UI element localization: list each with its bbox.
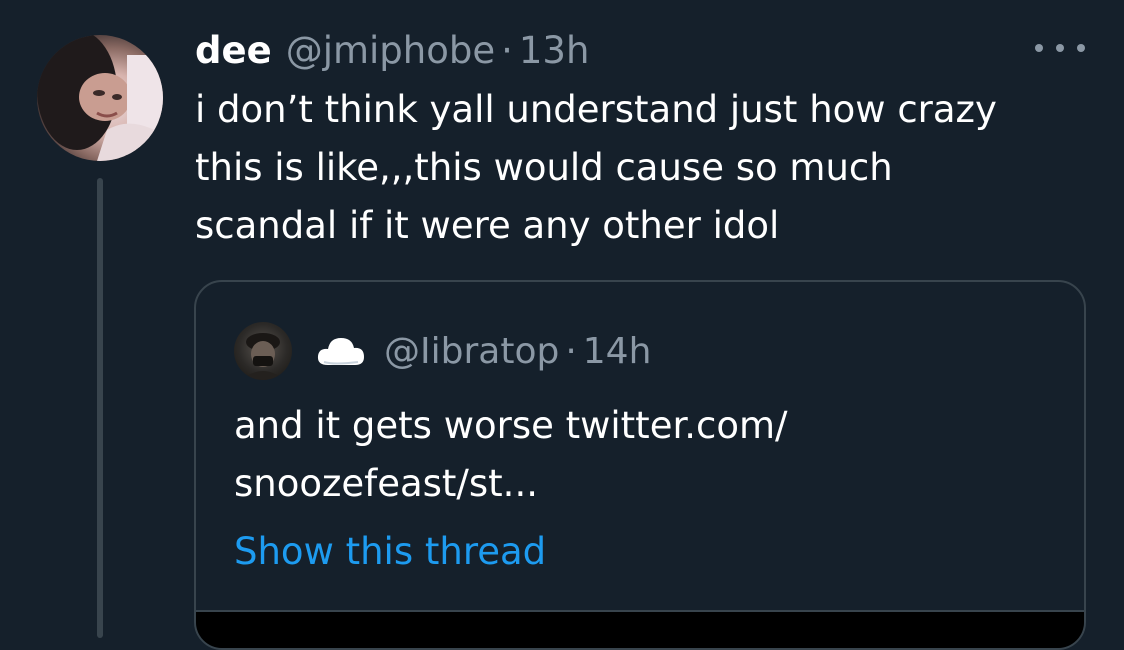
tweet-timestamp[interactable]: 13h xyxy=(519,26,590,76)
quoted-tweet-timestamp[interactable]: 14h xyxy=(583,331,652,372)
quoted-tweet-text: and it gets worse twitter.com/ snoozefea… xyxy=(234,404,788,505)
quoted-tweet-header: @Iibratop · 14h xyxy=(234,322,651,380)
more-horizontal-icon[interactable] xyxy=(1035,36,1085,60)
quoted-author-handle[interactable]: @Iibratop xyxy=(384,331,559,372)
separator-dot: · xyxy=(501,29,513,72)
author-handle[interactable]: @jmiphobe xyxy=(286,26,495,76)
quoted-tweet[interactable]: @Iibratop · 14h and it gets worse twitte… xyxy=(194,280,1086,650)
quoted-tweet-media[interactable] xyxy=(196,610,1084,648)
tweet-text: i don’t think yall understand just how c… xyxy=(195,88,997,247)
thread-line xyxy=(97,178,103,638)
show-thread-link[interactable]: Show this thread xyxy=(234,527,546,577)
tweet-header: dee @jmiphobe · 13h xyxy=(195,26,589,76)
author-name[interactable]: dee xyxy=(195,26,272,76)
author-avatar[interactable] xyxy=(37,35,163,161)
quoted-author-avatar[interactable] xyxy=(234,322,292,380)
cloud-icon xyxy=(317,338,364,365)
separator-dot: · xyxy=(565,330,577,372)
